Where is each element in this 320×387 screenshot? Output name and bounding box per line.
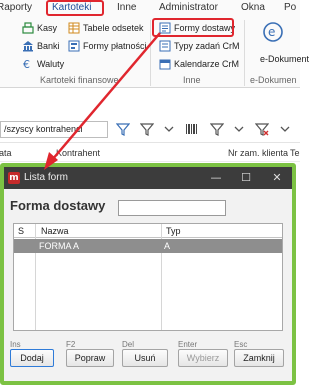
ribbon-kasy[interactable]: Kasy — [22, 22, 57, 34]
row-nazwa-cell: FORMA A — [39, 241, 80, 251]
chevron-down-icon[interactable] — [162, 122, 176, 136]
hotkey-enter: Enter — [178, 340, 198, 349]
cash-register-icon — [22, 22, 34, 34]
hotkey-ins: Ins — [10, 340, 21, 349]
column-kontrahent[interactable]: Kontrahent — [56, 148, 100, 158]
ribbon-typy-zadan-label: Typy zadań CrM — [174, 41, 240, 51]
barcode-icon[interactable] — [185, 122, 199, 136]
dialog-body: Forma dostawy S Nazwa Typ FORMA A A Ins … — [4, 189, 292, 381]
svg-text:e: e — [268, 25, 275, 39]
delete-button[interactable]: Usuń — [122, 349, 168, 367]
ribbon-typy-zadan-crm[interactable]: Typy zadań CrM — [159, 40, 240, 52]
grid-header: S Nazwa Typ — [14, 224, 282, 238]
task-types-icon — [159, 40, 171, 52]
dialog-search-input[interactable] — [118, 200, 226, 216]
row-typ-cell: A — [164, 241, 171, 251]
add-button[interactable]: Dodaj — [10, 349, 54, 367]
e-document-icon: e — [263, 22, 283, 42]
ribbon-kasy-label: Kasy — [37, 23, 58, 33]
lista-form-dialog: m Lista form — ☐ ✕ Forma dostawy S Nazwa… — [0, 163, 296, 385]
forms-grid: S Nazwa Typ FORMA A A — [13, 223, 283, 331]
ribbon-tabele-odsetek-label: Tabele odsetek — [83, 23, 144, 33]
ribbon-banki-label: Banki — [37, 41, 60, 51]
ribbon-waluty[interactable]: € Waluty — [22, 58, 65, 71]
group-separator — [150, 20, 151, 86]
clear-filter-icon[interactable] — [254, 122, 270, 136]
edit-button[interactable]: Popraw — [66, 349, 114, 367]
svg-text:€: € — [23, 58, 30, 70]
group-label-e-dokumenty: e-Dokumen — [250, 75, 297, 85]
filter-bar: /szyscy kontrahenci — [0, 117, 300, 143]
column-te[interactable]: Te — [290, 148, 300, 158]
hotkey-del: Del — [122, 340, 135, 349]
hotkey-f2: F2 — [66, 340, 76, 349]
ribbon-banki[interactable]: Banki — [22, 40, 60, 52]
ribbon-tabele-odsetek[interactable]: Tabele odsetek — [68, 22, 144, 34]
group-label-inne: Inne — [183, 75, 201, 85]
minimize-icon[interactable]: — — [208, 170, 224, 186]
ribbon-kalendarze-label: Kalendarze CrM — [174, 59, 240, 69]
filter-settings-icon[interactable] — [115, 122, 131, 136]
dialog-title: Lista form — [24, 172, 68, 183]
menu-raporty[interactable]: Raporty — [0, 2, 32, 13]
kartoteki-highlight — [46, 0, 104, 16]
ribbon-formy-platnosci[interactable]: Formy płatności — [68, 40, 147, 52]
menu-pomoc[interactable]: Po — [284, 2, 296, 13]
grid-column-s[interactable]: S — [18, 226, 24, 236]
interest-table-icon — [68, 22, 80, 34]
calendar-icon — [159, 58, 171, 70]
filter-icon[interactable] — [209, 122, 225, 136]
payment-forms-icon — [68, 40, 80, 52]
grid-column-typ[interactable]: Typ — [166, 226, 181, 236]
table-row[interactable]: FORMA A A — [14, 239, 282, 253]
contractor-filter-input[interactable]: /szyscy kontrahenci — [0, 121, 108, 138]
group-label-kartoteki-finansowe: Kartoteki finansowe — [40, 75, 119, 85]
hotkey-esc: Esc — [234, 340, 248, 349]
app-logo-icon: m — [8, 172, 20, 184]
select-button[interactable]: Wybierz — [178, 349, 228, 367]
menu-inne[interactable]: Inne — [117, 2, 136, 13]
list-column-header: ata Kontrahent Nr zam. klienta Te — [0, 144, 300, 162]
ribbon-e-dokument[interactable]: e e-Dokument — [250, 20, 309, 68]
close-icon[interactable]: ✕ — [269, 170, 285, 186]
grid-column-nazwa[interactable]: Nazwa — [41, 226, 69, 236]
dialog-titlebar[interactable]: m Lista form — ☐ ✕ — [4, 167, 292, 189]
filter-icon[interactable] — [139, 122, 155, 136]
chevron-down-icon[interactable] — [278, 122, 292, 136]
currency-euro-icon: € — [22, 58, 34, 71]
ribbon: Raporty Kartoteki Inne Administrator Okn… — [0, 0, 309, 88]
ribbon-e-dokument-label: e-Dokument — [260, 54, 310, 64]
menu-administrator[interactable]: Administrator — [159, 2, 218, 13]
menu-okna[interactable]: Okna — [241, 2, 265, 13]
ribbon-formy-platnosci-label: Formy płatności — [83, 41, 147, 51]
menu-bar: Raporty Kartoteki Inne Administrator Okn… — [0, 0, 300, 17]
formy-dostawy-highlight — [152, 18, 234, 37]
ribbon-kalendarze-crm[interactable]: Kalendarze CrM — [159, 58, 239, 70]
chevron-down-icon[interactable] — [232, 122, 246, 136]
close-button[interactable]: Zamknij — [234, 349, 284, 367]
group-separator — [244, 20, 245, 86]
column-nr-zam-klienta[interactable]: Nr zam. klienta — [228, 148, 288, 158]
ribbon-waluty-label: Waluty — [37, 59, 65, 69]
maximize-icon[interactable]: ☐ — [238, 170, 254, 186]
column-data[interactable]: ata — [0, 148, 12, 158]
dialog-heading: Forma dostawy — [10, 198, 106, 213]
bank-icon — [22, 40, 34, 52]
